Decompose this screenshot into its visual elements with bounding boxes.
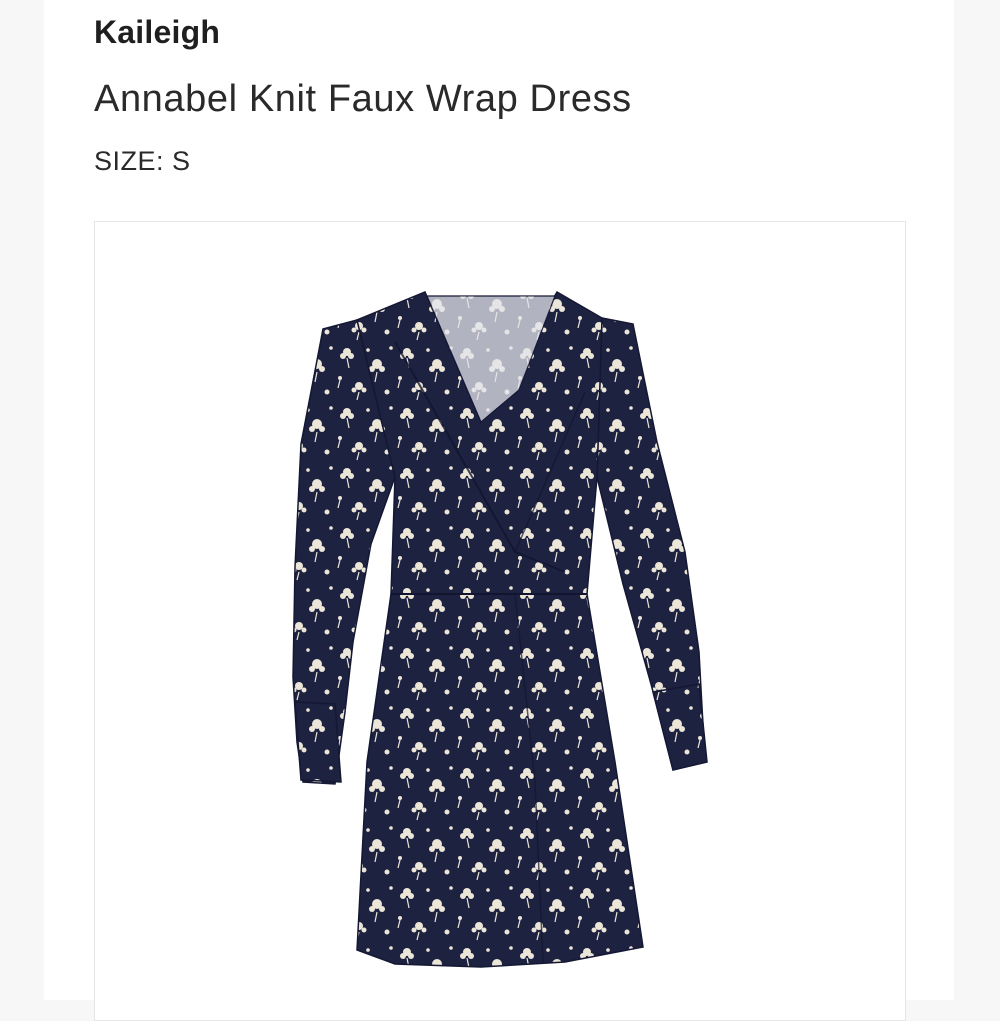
product-title: Annabel Knit Faux Wrap Dress	[94, 78, 632, 120]
size-value: S	[172, 146, 191, 176]
size-info: SIZE: S	[94, 146, 191, 177]
skirt	[356, 593, 644, 968]
dress-photo-icon	[292, 290, 708, 968]
size-label: SIZE:	[94, 146, 165, 176]
brand-name: Kaileigh	[94, 14, 221, 50]
product-page: Kaileigh Annabel Knit Faux Wrap Dress SI…	[44, 0, 954, 1021]
product-image-card[interactable]	[94, 221, 906, 1021]
